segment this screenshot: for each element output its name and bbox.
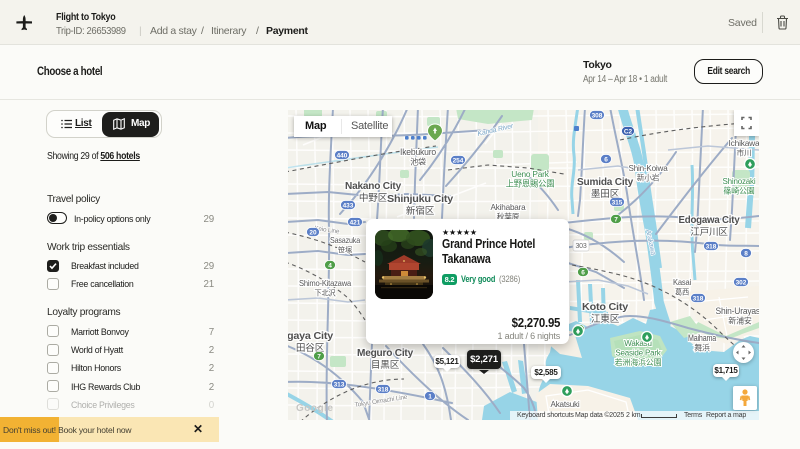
svg-text:440: 440	[337, 153, 348, 160]
svg-text:421: 421	[350, 220, 361, 227]
svg-text:Meguro City: Meguro City	[357, 348, 414, 359]
svg-text:Nakano City: Nakano City	[345, 181, 402, 192]
svg-text:1: 1	[428, 394, 432, 401]
svg-text:新浦安: 新浦安	[728, 316, 752, 326]
svg-text:433: 433	[343, 203, 354, 210]
svg-text:Ueno Park: Ueno Park	[511, 169, 549, 179]
svg-text:Shinozaki: Shinozaki	[723, 177, 756, 186]
svg-text:Ichikawa: Ichikawa	[729, 138, 760, 148]
svg-text:新小岩: 新小岩	[637, 173, 660, 183]
svg-text:Ikebukuro: Ikebukuro	[400, 147, 436, 157]
svg-text:308: 308	[592, 113, 603, 120]
svg-text:江戸川区: 江戸川区	[690, 227, 728, 238]
svg-text:315: 315	[612, 200, 623, 207]
svg-text:篠崎公園: 篠崎公園	[723, 186, 754, 196]
svg-text:6: 6	[604, 157, 608, 164]
svg-text:Shinjuku City: Shinjuku City	[387, 194, 454, 205]
svg-text:笹塚: 笹塚	[338, 246, 353, 255]
svg-text:7: 7	[317, 354, 321, 361]
svg-text:Koto City: Koto City	[582, 302, 629, 313]
svg-text:Shimo-Kitazawa: Shimo-Kitazawa	[299, 279, 352, 288]
svg-text:7: 7	[614, 217, 618, 224]
svg-text:舞浜: 舞浜	[694, 343, 710, 353]
svg-text:318: 318	[706, 244, 717, 251]
svg-text:Edogawa City: Edogawa City	[679, 215, 740, 226]
svg-text:8: 8	[744, 251, 748, 258]
svg-text:Akatsuki: Akatsuki	[551, 400, 580, 409]
svg-text:303: 303	[575, 243, 586, 250]
svg-text:Shin-Koiwa: Shin-Koiwa	[629, 163, 668, 173]
svg-text:Sumida City: Sumida City	[577, 177, 634, 188]
svg-text:Akihabara: Akihabara	[491, 202, 526, 212]
svg-text:江東区: 江東区	[591, 313, 620, 325]
svg-text:若洲海浜公園: 若洲海浜公園	[615, 357, 662, 367]
svg-text:目黒区: 目黒区	[371, 360, 400, 371]
svg-text:下北沢: 下北沢	[315, 289, 336, 298]
svg-text:中野区: 中野区	[359, 192, 388, 204]
svg-text:池袋: 池袋	[410, 157, 426, 167]
svg-text:318: 318	[378, 387, 389, 394]
svg-text:Seaside Park: Seaside Park	[615, 349, 661, 358]
svg-text:318: 318	[693, 296, 704, 303]
svg-text:葛西: 葛西	[675, 288, 689, 297]
svg-text:4: 4	[328, 263, 332, 270]
svg-text:313: 313	[334, 382, 345, 389]
svg-text:新宿区: 新宿区	[406, 205, 435, 217]
svg-text:254: 254	[453, 158, 464, 165]
svg-text:Shin-Urayasu: Shin-Urayasu	[716, 306, 760, 316]
svg-text:市川: 市川	[737, 148, 752, 158]
svg-text:gaya City: gaya City	[288, 331, 334, 342]
svg-text:302: 302	[736, 280, 747, 287]
svg-text:上野恩賜公園: 上野恩賜公園	[506, 179, 555, 189]
svg-text:6: 6	[581, 270, 585, 277]
svg-text:Maihama: Maihama	[688, 333, 716, 343]
svg-text:Sasazuka: Sasazuka	[330, 236, 361, 245]
svg-text:Kasai: Kasai	[673, 278, 691, 287]
svg-text:C2: C2	[624, 129, 633, 136]
svg-text:20: 20	[309, 230, 317, 237]
